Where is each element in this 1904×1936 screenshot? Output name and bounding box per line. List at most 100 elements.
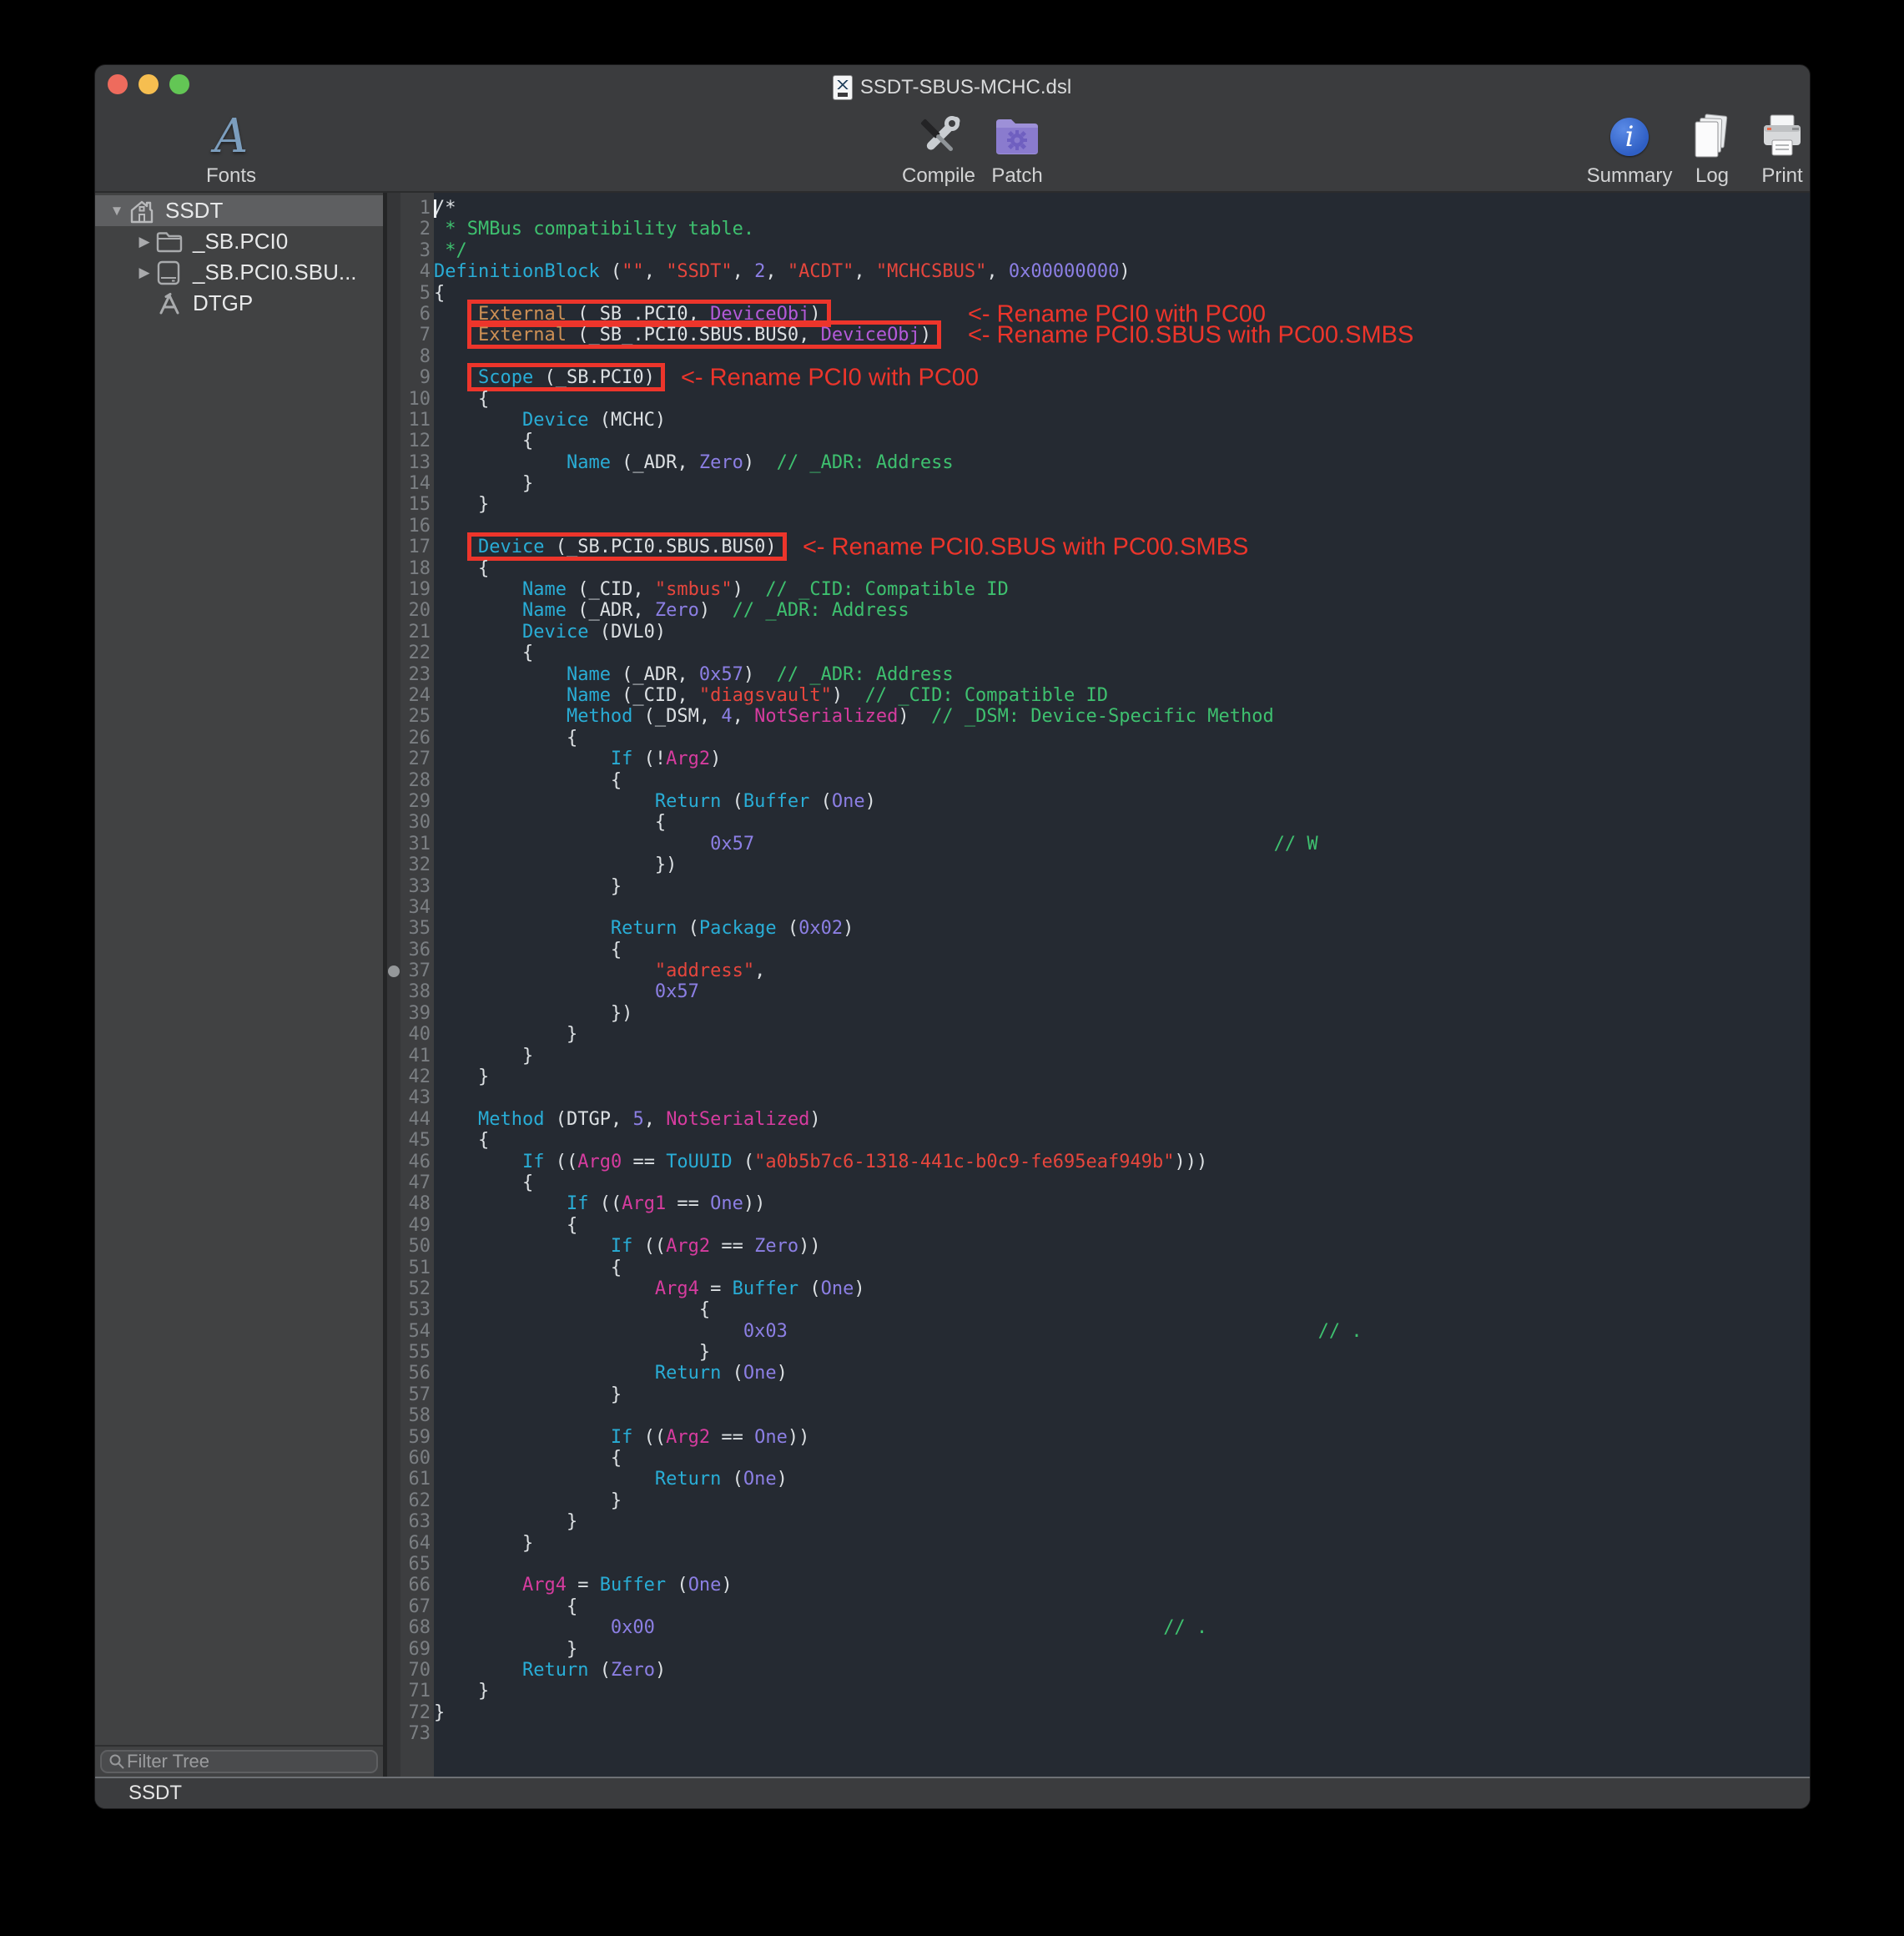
code-line[interactable]: } bbox=[434, 1066, 1810, 1087]
code-line[interactable]: { bbox=[434, 1172, 1810, 1193]
code-line[interactable]: } bbox=[434, 1342, 1810, 1363]
code-line[interactable]: } bbox=[434, 1681, 1810, 1702]
print-button[interactable]: Print bbox=[1724, 111, 1811, 188]
code-area[interactable]: /* * SMBus compatibility table. */Defini… bbox=[434, 193, 1810, 1777]
code-line[interactable]: 0x00 // . bbox=[434, 1617, 1810, 1638]
code-line[interactable]: Method (_DSM, 4, NotSerialized) // _DSM:… bbox=[434, 706, 1810, 727]
code-line[interactable]: 0x03 // . bbox=[434, 1321, 1810, 1342]
code-line[interactable]: "address", bbox=[434, 960, 1810, 981]
title-bar[interactable]: SSDT-SBUS-MCHC.dsl bbox=[95, 65, 1810, 109]
code-line[interactable]: Return (Package (0x02) bbox=[434, 918, 1810, 939]
code-line[interactable]: Device (MCHC) bbox=[434, 410, 1810, 431]
code-line[interactable]: If ((Arg1 == One)) bbox=[434, 1193, 1810, 1214]
code-line[interactable]: Name (_ADR, 0x57) // _ADR: Address bbox=[434, 664, 1810, 685]
fonts-button[interactable]: A Fonts bbox=[173, 111, 290, 188]
gutter-marker-cell bbox=[387, 643, 400, 663]
line-number: 47 bbox=[400, 1172, 431, 1193]
code-line[interactable]: } bbox=[434, 1046, 1810, 1066]
code-line[interactable]: { bbox=[434, 1215, 1810, 1236]
code-token: { bbox=[434, 1172, 533, 1193]
sidebar-item-ssdt[interactable]: ▼SSDT bbox=[95, 195, 383, 226]
code-line[interactable]: If ((Arg0 == ToUUID ("a0b5b7c6-1318-441c… bbox=[434, 1152, 1810, 1172]
code-line[interactable]: Device (DVL0) bbox=[434, 622, 1810, 643]
code-line[interactable]: External (_SB_.PCI0.SBUS.BUS0, DeviceObj… bbox=[434, 325, 1810, 345]
zoom-button[interactable] bbox=[169, 74, 189, 94]
code-line[interactable]: { bbox=[434, 431, 1810, 451]
code-token: Name bbox=[522, 600, 567, 621]
code-line[interactable]: Arg4 = Buffer (One) bbox=[434, 1575, 1810, 1596]
code-line[interactable]: If ((Arg2 == Zero)) bbox=[434, 1236, 1810, 1257]
code-line[interactable]: } bbox=[434, 1702, 1810, 1723]
code-line[interactable]: } bbox=[434, 1533, 1810, 1554]
code-line[interactable]: If (!Arg2) bbox=[434, 749, 1810, 769]
code-line[interactable]: { bbox=[434, 558, 1810, 579]
code-line[interactable]: { bbox=[434, 643, 1810, 663]
code-line[interactable]: { bbox=[434, 728, 1810, 749]
code-token: One bbox=[821, 1278, 854, 1299]
code-line[interactable]: { bbox=[434, 940, 1810, 960]
code-line[interactable]: Method (DTGP, 5, NotSerialized) bbox=[434, 1109, 1810, 1130]
code-line[interactable]: }) bbox=[434, 855, 1810, 875]
code-line[interactable] bbox=[434, 1087, 1810, 1108]
line-number: 29 bbox=[400, 791, 431, 812]
code-line[interactable]: Name (_CID, "smbus") // _CID: Compatible… bbox=[434, 579, 1810, 600]
disclosure-right-icon[interactable]: ▶ bbox=[133, 265, 156, 281]
code-line[interactable]: Return (Buffer (One) bbox=[434, 791, 1810, 812]
code-line[interactable]: Scope (_SB.PCI0)<- Rename PCI0 with PC00 bbox=[434, 367, 1810, 388]
code-line[interactable]: DefinitionBlock ("", "SSDT", 2, "ACDT", … bbox=[434, 261, 1810, 282]
code-line[interactable] bbox=[434, 1405, 1810, 1426]
code-line[interactable]: { bbox=[434, 1130, 1810, 1151]
code-line[interactable]: } bbox=[434, 494, 1810, 515]
code-line[interactable]: { bbox=[434, 770, 1810, 791]
code-line[interactable] bbox=[434, 1723, 1810, 1744]
sidebar-item-sb-pci0-sbu[interactable]: ▶_SB.PCI0.SBU... bbox=[95, 257, 383, 288]
disclosure-down-icon[interactable]: ▼ bbox=[105, 203, 128, 219]
close-button[interactable] bbox=[108, 74, 128, 94]
code-line[interactable] bbox=[434, 897, 1810, 918]
filter-field[interactable] bbox=[100, 1750, 378, 1773]
code-line[interactable]: */ bbox=[434, 240, 1810, 261]
gutter-marker-cell bbox=[387, 410, 400, 431]
code-line[interactable]: } bbox=[434, 1639, 1810, 1660]
home-icon bbox=[128, 199, 162, 224]
code-line[interactable] bbox=[434, 1554, 1810, 1575]
code-line[interactable]: { bbox=[434, 1596, 1810, 1617]
code-token: 0x03 bbox=[743, 1321, 788, 1342]
code-line[interactable]: { bbox=[434, 389, 1810, 410]
code-line[interactable]: 0x57 bbox=[434, 981, 1810, 1002]
code-line[interactable]: } bbox=[434, 1024, 1810, 1045]
code-line[interactable]: } bbox=[434, 473, 1810, 494]
code-line[interactable]: } bbox=[434, 1511, 1810, 1532]
minimize-button[interactable] bbox=[139, 74, 159, 94]
info-icon: i bbox=[1610, 118, 1649, 156]
code-line[interactable]: Arg4 = Buffer (One) bbox=[434, 1278, 1810, 1299]
code-line[interactable]: }) bbox=[434, 1003, 1810, 1024]
code-line[interactable]: Device (_SB.PCI0.SBUS.BUS0)<- Rename PCI… bbox=[434, 537, 1810, 557]
print-icon bbox=[1724, 111, 1811, 163]
code-line[interactable]: Name (_ADR, Zero) // _ADR: Address bbox=[434, 600, 1810, 621]
code-line[interactable] bbox=[434, 346, 1810, 367]
filter-tree-input[interactable] bbox=[125, 1750, 370, 1773]
code-line[interactable]: Return (Zero) bbox=[434, 1660, 1810, 1681]
code-line[interactable]: { bbox=[434, 1448, 1810, 1469]
code-line[interactable]: { bbox=[434, 1258, 1810, 1278]
code-line[interactable]: Return (One) bbox=[434, 1363, 1810, 1384]
code-line[interactable]: /* bbox=[434, 198, 1810, 219]
code-line[interactable]: } bbox=[434, 1490, 1810, 1511]
code-line[interactable]: * SMBus compatibility table. bbox=[434, 219, 1810, 239]
code-line[interactable]: } bbox=[434, 1384, 1810, 1405]
code-line[interactable]: Return (One) bbox=[434, 1469, 1810, 1490]
line-number: 70 bbox=[400, 1660, 431, 1681]
disclosure-right-icon[interactable]: ▶ bbox=[133, 234, 156, 250]
code-line[interactable]: { bbox=[434, 1299, 1810, 1320]
code-line[interactable]: Name (_CID, "diagsvault") // _CID: Compa… bbox=[434, 685, 1810, 706]
sidebar-item-dtgp[interactable]: DTGP bbox=[95, 288, 383, 319]
code-line[interactable]: { bbox=[434, 812, 1810, 833]
code-line[interactable]: } bbox=[434, 876, 1810, 897]
code-line[interactable]: 0x57 // W bbox=[434, 834, 1810, 855]
code-line[interactable]: Name (_ADR, Zero) // _ADR: Address bbox=[434, 452, 1810, 473]
patch-button[interactable]: Patch bbox=[959, 111, 1075, 188]
code-line[interactable]: If ((Arg2 == One)) bbox=[434, 1427, 1810, 1448]
sidebar-item-sb-pci0[interactable]: ▶_SB.PCI0 bbox=[95, 226, 383, 257]
code-token: 0x00 bbox=[611, 1617, 655, 1638]
